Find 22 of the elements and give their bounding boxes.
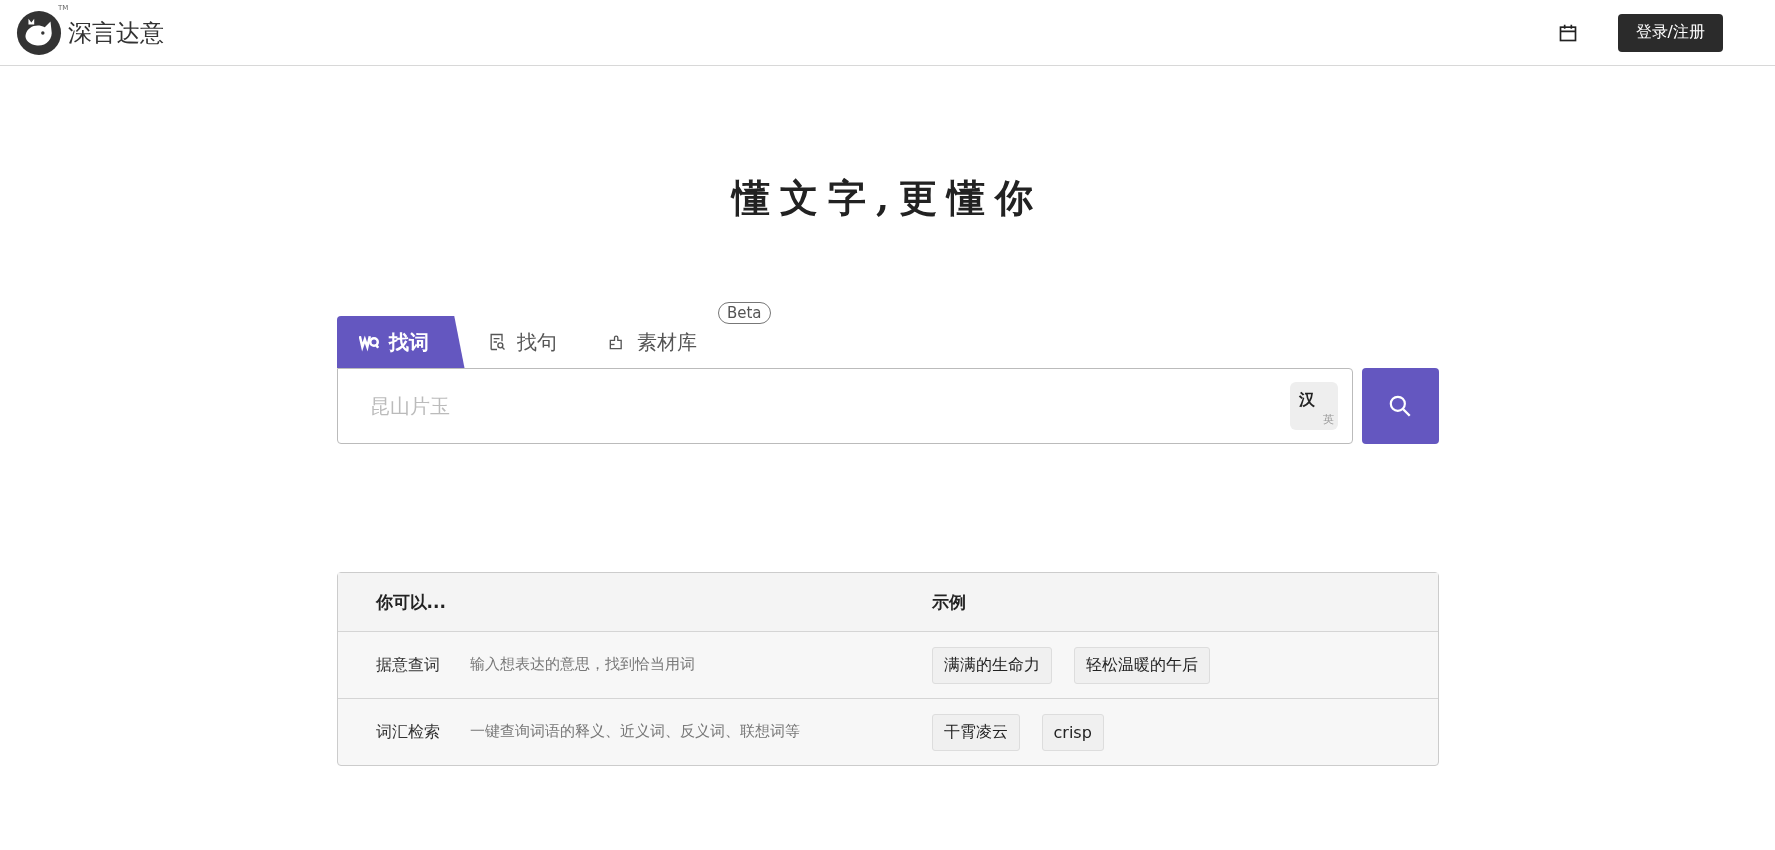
language-toggle[interactable]: 汉 英 [1289,382,1338,430]
tab[interactable]: 找句 [464,316,585,368]
feature-description: 一键查询词语的释义、近义词、反义词、联想词等 [469,721,800,742]
example-chip[interactable]: 满满的生命力 [931,646,1052,684]
tab[interactable]: 找词 [336,316,465,368]
example-chip[interactable]: crisp [1041,713,1104,751]
example-chip[interactable]: 干霄凌云 [931,713,1020,751]
feature-name: 据意查词 [375,654,440,676]
logo-icon[interactable] [16,9,62,56]
feature-name: 词汇检索 [375,721,440,743]
column-header: 示例 [930,590,967,614]
brand-name: 深言达意 [68,17,164,49]
feature-description: 输入想表达的意思，找到恰当用词 [469,654,695,675]
search-icon [1387,393,1413,419]
beta-badge: Beta [717,302,771,324]
example-chip[interactable]: 轻松温暖的午后 [1073,646,1210,684]
login-button[interactable]: 登录/注册 [1617,13,1723,52]
column-header: 你可以... [374,590,447,614]
search-button[interactable] [1361,368,1439,444]
slogan: 懂文字,更懂你 [729,174,1045,222]
calendar-icon[interactable] [1557,22,1578,43]
search-field[interactable]: 昆山片玉 汉 英 [336,368,1353,444]
